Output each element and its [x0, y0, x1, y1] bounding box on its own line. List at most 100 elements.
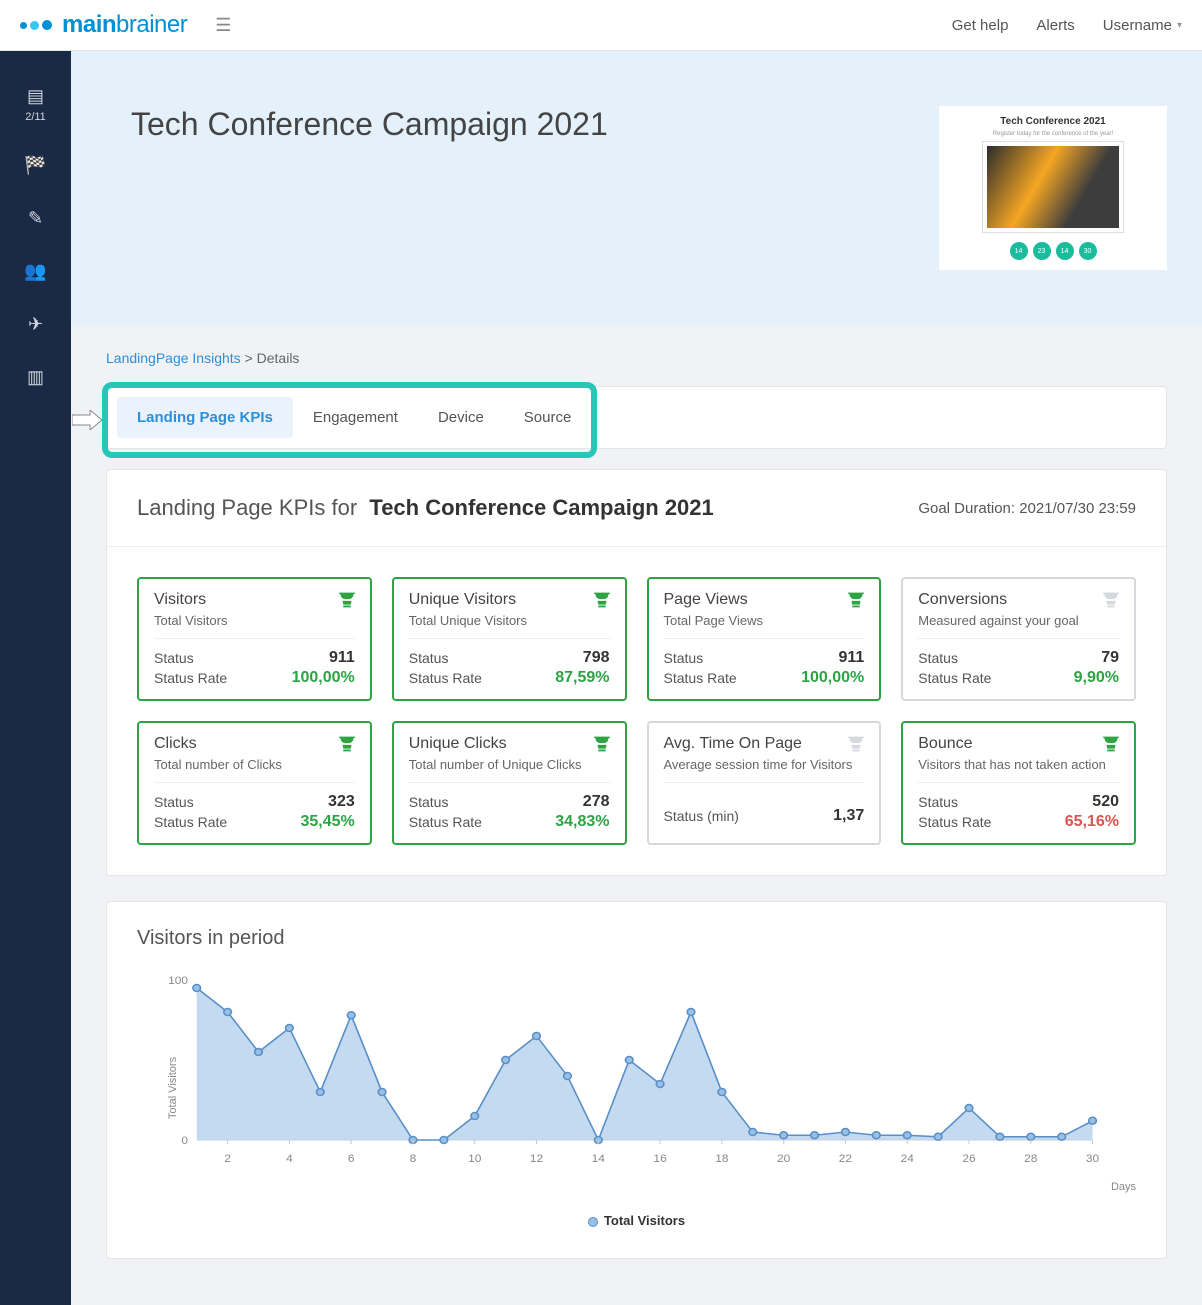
breadcrumb-link[interactable]: LandingPage Insights: [106, 350, 241, 366]
status-value: 520: [1092, 793, 1119, 811]
brand-text: mainbrainer: [62, 11, 187, 39]
x-tick: 28: [1024, 1153, 1037, 1164]
logo[interactable]: mainbrainer ☰: [20, 11, 231, 39]
kpi-subtitle: Total Visitors: [154, 613, 355, 639]
sidebar-item-send[interactable]: ✈: [28, 314, 43, 335]
chart-point[interactable]: [286, 1025, 294, 1032]
chart-point[interactable]: [811, 1132, 819, 1139]
chart-point[interactable]: [873, 1132, 881, 1139]
goal-duration: Goal Duration: 2021/07/30 23:59: [918, 500, 1136, 517]
status-label: Status: [918, 650, 958, 666]
status-rate-value: 65,16%: [1065, 813, 1119, 831]
x-tick: 10: [468, 1153, 481, 1164]
kpi-card-unique-clicks[interactable]: Unique Clicks Total number of Unique Cli…: [392, 721, 627, 845]
username-menu[interactable]: Username ▾: [1103, 17, 1182, 34]
chart-point[interactable]: [347, 1012, 355, 1019]
x-tick: 24: [901, 1153, 915, 1164]
tab-landing-page-kpis[interactable]: Landing Page KPIs: [117, 397, 293, 438]
chart-point[interactable]: [842, 1129, 850, 1136]
kpi-panel: Landing Page KPIs for Tech Conference Ca…: [106, 469, 1167, 876]
x-tick: 26: [962, 1153, 975, 1164]
status-value: 798: [583, 649, 610, 667]
hamburger-icon[interactable]: ☰: [215, 15, 231, 36]
kpi-card-avg-time-on-page[interactable]: Avg. Time On Page Average session time f…: [647, 721, 882, 845]
chart-point[interactable]: [965, 1105, 973, 1112]
x-tick: 14: [592, 1153, 606, 1164]
trophy-icon: [336, 589, 358, 616]
get-help-link[interactable]: Get help: [952, 17, 1009, 34]
chart-point[interactable]: [1058, 1133, 1066, 1140]
trophy-icon: [845, 589, 867, 616]
sidebar-item-analytics[interactable]: ▥: [27, 367, 44, 388]
sidebar-item-people[interactable]: 👥: [24, 261, 46, 282]
x-tick: 4: [286, 1153, 293, 1164]
kpi-title: Unique Visitors: [409, 591, 610, 609]
status-label: Status: [664, 650, 704, 666]
status-value: 911: [329, 649, 355, 667]
list-icon: ▤: [27, 86, 44, 107]
x-tick: 18: [715, 1153, 728, 1164]
chart-point[interactable]: [625, 1057, 633, 1064]
chart-point[interactable]: [656, 1081, 664, 1088]
chart-point[interactable]: [502, 1057, 510, 1064]
brand-main: main: [62, 11, 116, 38]
chart-point[interactable]: [316, 1089, 324, 1096]
tab-engagement[interactable]: Engagement: [293, 397, 418, 438]
visitors-chart: 246810121416182022242628300100: [137, 970, 1136, 1170]
preview-image: [983, 142, 1123, 232]
chart-point[interactable]: [1089, 1117, 1097, 1124]
kpi-card-clicks[interactable]: Clicks Total number of Clicks Status323 …: [137, 721, 372, 845]
sidebar-item-edit[interactable]: ✎: [28, 208, 43, 229]
status-rate-label: Status Rate: [918, 814, 991, 830]
chart-legend: Total Visitors: [137, 1213, 1136, 1228]
chart-point[interactable]: [903, 1132, 911, 1139]
status-value: 323: [328, 793, 355, 811]
legend-dot-icon: [588, 1217, 598, 1227]
chart-point[interactable]: [533, 1033, 541, 1040]
chart-point[interactable]: [996, 1133, 1004, 1140]
kpi-card-conversions[interactable]: Conversions Measured against your goal S…: [901, 577, 1136, 701]
page-title: Tech Conference Campaign 2021: [131, 106, 608, 143]
trophy-icon: [591, 733, 613, 760]
status-value: 911: [838, 649, 864, 667]
sidebar-item-steps[interactable]: ▤ 2/11: [25, 86, 46, 123]
x-tick: 8: [410, 1153, 417, 1164]
gauge-icon: 🏁: [24, 155, 46, 176]
chart-point[interactable]: [471, 1113, 479, 1120]
chart-point[interactable]: [1027, 1133, 1035, 1140]
preview-sub: Register today for the conference of the…: [949, 131, 1157, 137]
chart-point[interactable]: [687, 1009, 695, 1016]
kpi-subtitle: Total number of Clicks: [154, 757, 355, 783]
kpi-subtitle: Visitors that has not taken action: [918, 757, 1119, 783]
chart-point[interactable]: [440, 1137, 448, 1144]
kpi-subtitle: Measured against your goal: [918, 613, 1119, 639]
trophy-icon: [336, 733, 358, 760]
kpi-card-bounce[interactable]: Bounce Visitors that has not taken actio…: [901, 721, 1136, 845]
sidebar-item-dashboard[interactable]: 🏁: [24, 155, 46, 176]
topbar: mainbrainer ☰ Get help Alerts Username ▾: [0, 0, 1202, 51]
kpi-title: Bounce: [918, 735, 1119, 753]
chart-point[interactable]: [718, 1089, 726, 1096]
chart-point[interactable]: [193, 985, 201, 992]
chart-title: Visitors in period: [137, 927, 1136, 950]
chart-point[interactable]: [378, 1089, 386, 1096]
chart-point[interactable]: [749, 1129, 757, 1136]
alerts-link[interactable]: Alerts: [1036, 17, 1074, 34]
kpi-card-visitors[interactable]: Visitors Total Visitors Status911 Status…: [137, 577, 372, 701]
chart-point[interactable]: [564, 1073, 572, 1080]
username-label: Username: [1103, 17, 1172, 34]
tab-source[interactable]: Source: [504, 397, 592, 438]
chart-point[interactable]: [255, 1049, 263, 1056]
pencil-icon: ✎: [28, 208, 43, 229]
status-label: Status: [918, 794, 958, 810]
tab-device[interactable]: Device: [418, 397, 504, 438]
kpi-card-page-views[interactable]: Page Views Total Page Views Status911 St…: [647, 577, 882, 701]
status-rate-label: Status Rate: [154, 670, 227, 686]
status-label: Status: [154, 794, 194, 810]
chart-point[interactable]: [780, 1132, 788, 1139]
landing-preview[interactable]: Tech Conference 2021 Register today for …: [939, 106, 1167, 270]
chart-point[interactable]: [934, 1133, 942, 1140]
chart-point[interactable]: [224, 1009, 232, 1016]
kpi-card-unique-visitors[interactable]: Unique Visitors Total Unique Visitors St…: [392, 577, 627, 701]
step-indicator: 2/11: [25, 111, 46, 123]
